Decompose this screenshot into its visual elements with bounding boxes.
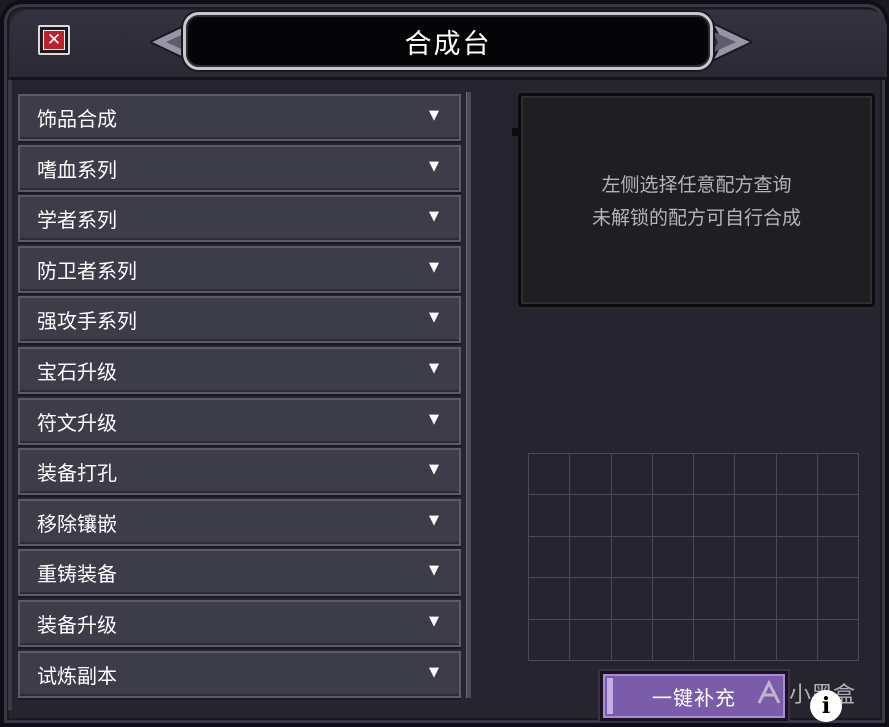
material-slot[interactable]: [529, 536, 571, 579]
close-button[interactable]: ✕: [38, 25, 70, 55]
material-slot[interactable]: [776, 536, 818, 579]
material-slot[interactable]: [652, 619, 694, 661]
material-slot[interactable]: [817, 578, 859, 620]
expand-arrow-icon: ▼: [429, 563, 439, 578]
xiaoheihe-logo-icon: [757, 679, 781, 704]
material-slot[interactable]: [694, 578, 736, 620]
category-item[interactable]: 强攻手系列 ▼: [18, 296, 461, 343]
material-slot[interactable]: [735, 454, 777, 496]
category-label: 试炼副本: [37, 664, 117, 688]
recipe-info-panel: 左侧选择任意配方查询 未解锁的配方可自行合成: [518, 93, 875, 307]
category-label: 防卫者系列: [37, 259, 137, 283]
category-item[interactable]: 符文升级 ▼: [18, 398, 461, 445]
category-item[interactable]: 装备升级 ▼: [18, 600, 461, 647]
material-slot[interactable]: [529, 619, 571, 661]
material-slot[interactable]: [611, 454, 653, 496]
expand-arrow-icon: ▼: [429, 361, 439, 376]
material-slot-grid: [528, 453, 859, 661]
material-slot[interactable]: [817, 495, 859, 537]
expand-arrow-icon: ▼: [429, 462, 439, 477]
material-slot[interactable]: [817, 619, 859, 661]
material-slot[interactable]: [529, 454, 571, 496]
material-slot[interactable]: [570, 578, 612, 620]
info-icon[interactable]: i: [810, 690, 842, 722]
title-ornament-right-icon: [712, 23, 752, 61]
category-label: 饰品合成: [37, 107, 117, 131]
material-slot[interactable]: [817, 536, 859, 579]
category-item[interactable]: 重铸装备 ▼: [18, 549, 461, 596]
material-slot[interactable]: [735, 495, 777, 537]
material-slot[interactable]: [570, 495, 612, 537]
material-slot[interactable]: [570, 619, 612, 661]
expand-arrow-icon: ▼: [429, 513, 439, 528]
category-item[interactable]: 饰品合成 ▼: [18, 94, 461, 141]
category-label: 强攻手系列: [37, 309, 137, 333]
material-slot[interactable]: [611, 495, 653, 537]
material-slot[interactable]: [529, 495, 571, 537]
category-item[interactable]: 装备打孔 ▼: [18, 448, 461, 495]
expand-arrow-icon: ▼: [429, 209, 439, 224]
category-item[interactable]: 防卫者系列 ▼: [18, 246, 461, 293]
expand-arrow-icon: ▼: [429, 412, 439, 427]
material-slot[interactable]: [652, 454, 694, 496]
material-slot[interactable]: [694, 454, 736, 496]
expand-arrow-icon: ▼: [429, 260, 439, 275]
material-slot[interactable]: [694, 495, 736, 537]
category-item[interactable]: 试炼副本 ▼: [18, 651, 461, 698]
category-label: 装备打孔: [37, 461, 117, 485]
category-item[interactable]: 嗜血系列 ▼: [18, 145, 461, 192]
material-slot[interactable]: [611, 578, 653, 620]
list-scrollbar[interactable]: [466, 92, 471, 698]
material-slot[interactable]: [529, 578, 571, 620]
material-slot[interactable]: [694, 536, 736, 579]
category-item[interactable]: 移除镶嵌 ▼: [18, 499, 461, 546]
title-plate: 合成台: [183, 12, 713, 70]
material-slot[interactable]: [776, 578, 818, 620]
list-panel-edge: [8, 80, 12, 710]
material-slot[interactable]: [652, 578, 694, 620]
category-label: 宝石升级: [37, 360, 117, 384]
material-slot[interactable]: [611, 619, 653, 661]
material-slot[interactable]: [735, 536, 777, 579]
material-slot[interactable]: [817, 454, 859, 496]
expand-arrow-icon: ▼: [429, 310, 439, 325]
refill-button-label: 一键补充: [652, 685, 736, 710]
category-label: 移除镶嵌: [37, 512, 117, 536]
material-slot[interactable]: [776, 495, 818, 537]
material-slot[interactable]: [611, 536, 653, 579]
material-slot[interactable]: [652, 495, 694, 537]
category-label: 嗜血系列: [37, 158, 117, 182]
material-slot[interactable]: [570, 454, 612, 496]
material-slot[interactable]: [776, 454, 818, 496]
close-icon: ✕: [43, 30, 65, 50]
button-highlight: [607, 678, 613, 714]
material-slot[interactable]: [735, 578, 777, 620]
expand-arrow-icon: ▼: [429, 665, 439, 680]
category-item[interactable]: 学者系列 ▼: [18, 195, 461, 242]
expand-arrow-icon: ▼: [429, 159, 439, 174]
material-slot[interactable]: [694, 619, 736, 661]
category-label: 符文升级: [37, 411, 117, 435]
info-hint-line-1: 左侧选择任意配方查询: [601, 174, 792, 196]
info-hint-line-2: 未解锁的配方可自行合成: [591, 207, 801, 229]
expand-arrow-icon: ▼: [429, 614, 439, 629]
material-slot[interactable]: [652, 536, 694, 579]
material-slot[interactable]: [776, 619, 818, 661]
material-slot[interactable]: [570, 536, 612, 579]
category-label: 重铸装备: [37, 562, 117, 586]
category-item[interactable]: 宝石升级 ▼: [18, 347, 461, 394]
material-slot[interactable]: [735, 619, 777, 661]
category-label: 装备升级: [37, 613, 117, 637]
category-label: 学者系列: [37, 208, 117, 232]
window-title: 合成台: [404, 28, 492, 60]
expand-arrow-icon: ▼: [429, 108, 439, 123]
